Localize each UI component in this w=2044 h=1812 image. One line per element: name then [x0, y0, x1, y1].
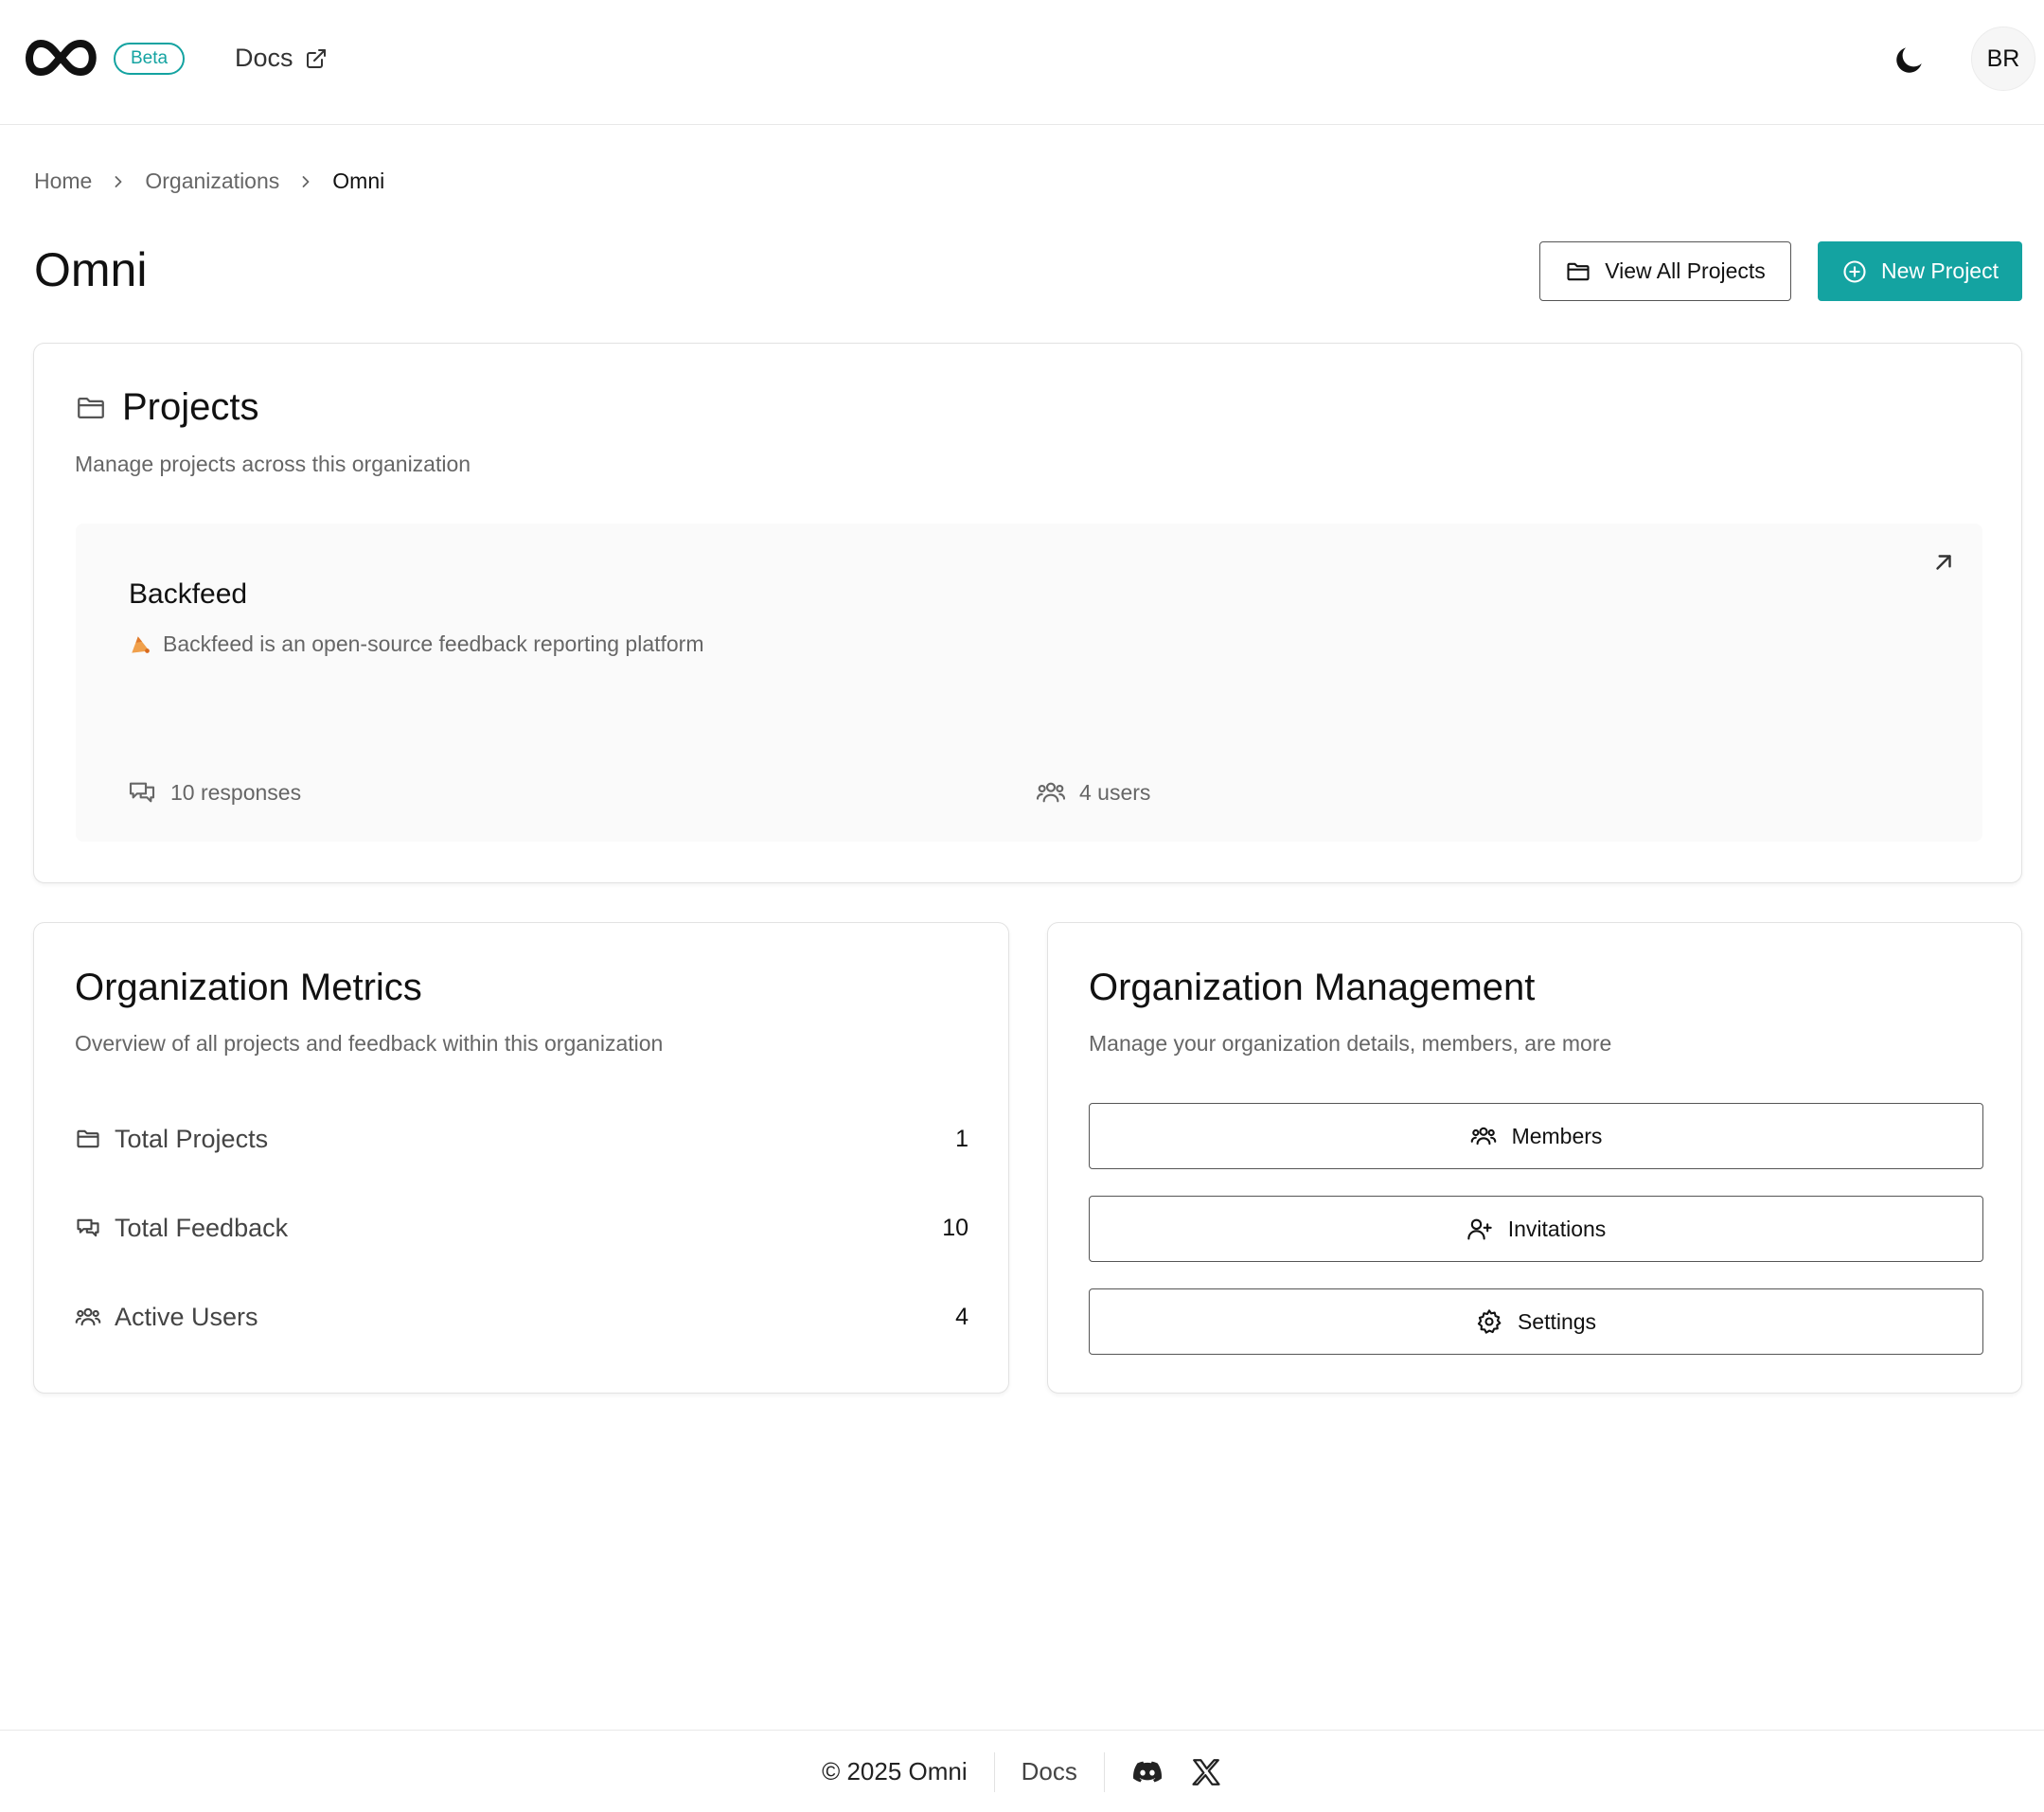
top-navbar: Beta Docs BR [0, 0, 2044, 125]
metric-active-users: Active Users 4 [75, 1298, 969, 1336]
new-project-label: New Project [1881, 258, 1999, 283]
project-responses-stat: 10 responses [127, 777, 301, 808]
project-users-text: 4 users [1079, 779, 1151, 805]
metric-total-feedback: Total Feedback 10 [75, 1209, 969, 1247]
members-label: Members [1511, 1123, 1603, 1148]
footer-divider [993, 1751, 995, 1792]
projects-card: Projects Manage projects across this org… [33, 343, 2022, 883]
chevron-right-icon [302, 175, 310, 187]
invitations-label: Invitations [1507, 1216, 1607, 1241]
project-responses-text: 10 responses [170, 779, 302, 805]
metric-label: Total Projects [115, 1124, 269, 1153]
footer-copyright: © 2025 Omni [822, 1757, 968, 1785]
user-plus-icon [1467, 1218, 1492, 1240]
page-title: Omni [34, 243, 148, 296]
metric-total-projects: Total Projects 1 [75, 1120, 969, 1158]
projects-title: Projects [122, 386, 259, 428]
breadcrumb-organizations[interactable]: Organizations [145, 169, 279, 194]
organization-metrics-card: Organization Metrics Overview of all pro… [33, 922, 1009, 1394]
projects-heading: Projects [75, 386, 259, 429]
metric-value: 1 [955, 1125, 969, 1152]
view-all-projects-label: View All Projects [1605, 258, 1766, 283]
x-logo-icon[interactable] [1190, 1756, 1222, 1788]
metric-label: Total Feedback [115, 1213, 289, 1242]
metrics-subtitle: Overview of all projects and feedback wi… [75, 1031, 664, 1056]
breadcrumb-home[interactable]: Home [34, 169, 92, 194]
projects-subtitle: Manage projects across this organization [75, 452, 471, 476]
docs-link-label: Docs [235, 44, 293, 72]
project-users-stat: 4 users [1036, 777, 1150, 808]
breadcrumb-current: Omni [332, 169, 385, 193]
project-description: Backfeed is an open-source feedback repo… [129, 631, 704, 657]
settings-label: Settings [1517, 1308, 1597, 1334]
settings-button[interactable]: Settings [1089, 1288, 1983, 1355]
new-project-button[interactable]: New Project [1818, 241, 2022, 301]
page-footer: © 2025 Omni Docs [0, 1730, 2044, 1812]
project-tile[interactable]: Backfeed Backfeed is an open-source feed… [76, 524, 1982, 842]
messages-icon [77, 1218, 99, 1237]
metrics-title: Organization Metrics [75, 967, 422, 1008]
management-subtitle: Manage your organization details, member… [1089, 1031, 1612, 1056]
moon-icon[interactable] [1892, 42, 1928, 78]
gear-icon [1477, 1309, 1502, 1334]
megaphone-icon [132, 635, 150, 653]
chevron-right-icon [115, 175, 122, 187]
beta-badge: Beta [114, 43, 186, 75]
metric-value: 4 [955, 1303, 969, 1330]
invitations-button[interactable]: Invitations [1089, 1196, 1983, 1262]
arrow-up-right-icon[interactable] [1931, 550, 1956, 575]
infinity-icon[interactable] [21, 36, 100, 80]
footer-divider [1103, 1751, 1105, 1792]
metric-label: Active Users [115, 1302, 258, 1331]
folder-icon [78, 397, 104, 418]
folder-icon [1567, 262, 1590, 280]
folder-icon [77, 1129, 99, 1148]
docs-link[interactable]: Docs [235, 44, 328, 73]
view-all-projects-button[interactable]: View All Projects [1539, 241, 1791, 301]
management-title: Organization Management [1089, 967, 1536, 1008]
external-link-icon [306, 48, 326, 68]
members-button[interactable]: Members [1089, 1103, 1983, 1169]
project-description-text: Backfeed is an open-source feedback repo… [163, 631, 704, 656]
messages-icon [129, 782, 155, 803]
organization-management-card: Organization Management Manage your orga… [1047, 922, 2022, 1394]
users-icon [1470, 1127, 1496, 1146]
footer-docs-link[interactable]: Docs [1022, 1757, 1077, 1786]
breadcrumb: Home Organizations Omni [34, 169, 384, 194]
project-name: Backfeed [129, 578, 248, 610]
user-avatar[interactable]: BR [1971, 27, 2035, 91]
plus-circle-icon [1843, 259, 1866, 283]
discord-icon[interactable] [1131, 1756, 1164, 1788]
metric-value: 10 [942, 1214, 969, 1241]
users-icon [1036, 782, 1066, 803]
users-icon [75, 1307, 101, 1326]
